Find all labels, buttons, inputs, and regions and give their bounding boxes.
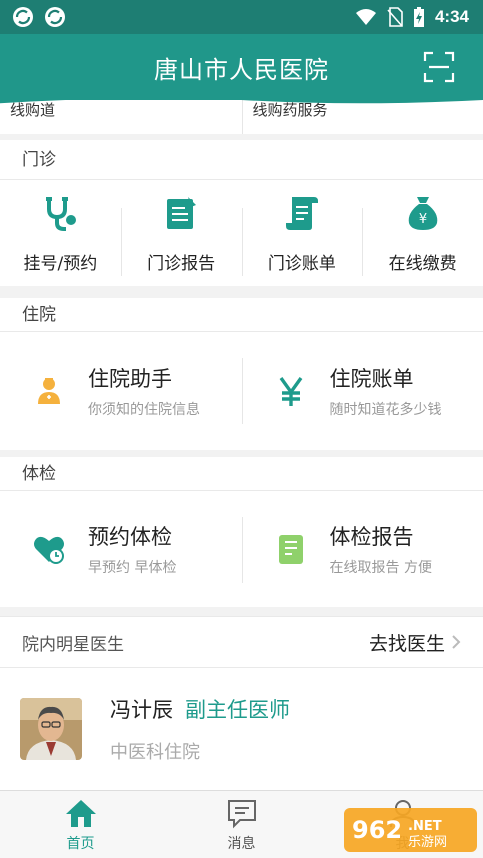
doctor-title: 副主任医师 xyxy=(185,698,290,722)
section-title: 住院 xyxy=(0,298,483,332)
online-payment-label: 在线缴费 xyxy=(388,253,457,274)
section-title: 门诊 xyxy=(0,140,483,180)
no-sim-icon xyxy=(387,7,403,27)
book-checkup-card[interactable]: 预约体检 早预约 早体检 xyxy=(0,491,242,607)
stethoscope-icon xyxy=(46,196,77,231)
svg-text:乐游网: 乐游网 xyxy=(408,835,447,850)
checkup-section: 体检 预约体检 早预约 早体检 体检报告 在线取报告 方便 xyxy=(0,457,483,607)
doctor-department: 中医科住院 xyxy=(110,742,200,763)
chevron-right-icon xyxy=(452,635,461,649)
section-title: 院内明星医生 xyxy=(22,634,124,655)
yen-icon xyxy=(279,377,302,406)
card-subtitle: 随时知道花多少钱 xyxy=(329,402,442,418)
message-icon xyxy=(227,799,256,828)
scan-icon[interactable] xyxy=(423,51,455,83)
battery-charging-icon xyxy=(413,6,425,28)
svg-text:¥: ¥ xyxy=(418,212,426,227)
receipt-icon xyxy=(285,196,318,230)
inpatient-section: 住院 住院助手 你须知的住院信息 住院账单 随时知道花多少钱 xyxy=(0,298,483,450)
outpatient-report-label: 门诊报告 xyxy=(147,253,216,274)
card-title: 预约体检 xyxy=(88,525,172,549)
find-doctor-link[interactable]: 去找医生 xyxy=(369,629,461,656)
card-subtitle: 在线取报告 方便 xyxy=(329,560,432,576)
find-doctor-label: 去找医生 xyxy=(368,632,445,655)
nurse-icon xyxy=(38,378,60,404)
watermark-logo: 962 .NET 乐游网 xyxy=(344,808,477,852)
tab-messages[interactable]: 消息 xyxy=(161,791,322,858)
outpatient-section: 门诊 挂号/预约 门诊报告 门诊账单 ¥ 在线缴费 xyxy=(0,140,483,286)
tab-home[interactable]: 首页 xyxy=(0,791,161,858)
doctor-list-item[interactable]: 冯计辰 副主任医师 中医科住院 xyxy=(0,668,483,790)
report-icon xyxy=(167,196,197,229)
doctor-name: 冯计辰 xyxy=(110,698,173,722)
star-doctors-section: 院内明星医生 去找医生 冯计辰 副主任医师 中医科住院 xyxy=(0,616,483,790)
outpatient-report-button[interactable]: 门诊报告 xyxy=(120,180,242,286)
svg-text:.NET: .NET xyxy=(408,819,442,834)
online-payment-button[interactable]: ¥ 在线缴费 xyxy=(362,180,483,286)
section-title: 体检 xyxy=(0,457,483,491)
heart-clock-icon xyxy=(34,536,64,564)
svg-text:962: 962 xyxy=(352,816,402,844)
sync-icon xyxy=(12,6,34,28)
outpatient-bill-label: 门诊账单 xyxy=(267,253,336,274)
tab-label: 消息 xyxy=(227,835,256,852)
sync-icon xyxy=(44,6,66,28)
card-title: 住院助手 xyxy=(88,367,172,391)
inpatient-assistant-card[interactable]: 住院助手 你须知的住院信息 xyxy=(0,332,242,450)
card-title: 体检报告 xyxy=(329,525,414,549)
card-subtitle: 你须知的住院信息 xyxy=(88,402,200,418)
tab-label: 首页 xyxy=(66,835,95,852)
inpatient-bill-card[interactable]: 住院账单 随时知道花多少钱 xyxy=(241,332,483,450)
status-time: 4:34 xyxy=(434,7,469,26)
doctor-avatar xyxy=(20,698,82,760)
page-title: 唐山市人民医院 xyxy=(154,55,329,84)
register-appointment-button[interactable]: 挂号/预约 xyxy=(0,180,121,286)
wifi-icon xyxy=(355,8,377,26)
status-bar: 4:34 xyxy=(0,0,483,34)
document-icon xyxy=(278,535,303,564)
register-appointment-label: 挂号/预约 xyxy=(23,253,98,274)
home-icon xyxy=(65,799,96,827)
outpatient-bill-button[interactable]: 门诊账单 xyxy=(241,180,363,286)
checkup-report-card[interactable]: 体检报告 在线取报告 方便 xyxy=(241,491,483,607)
app-header: 唐山市人民医院 xyxy=(0,34,483,100)
money-bag-icon: ¥ xyxy=(408,196,437,230)
card-subtitle: 早预约 早体检 xyxy=(88,560,177,576)
header-curve xyxy=(0,100,483,104)
card-title: 住院账单 xyxy=(329,367,414,391)
